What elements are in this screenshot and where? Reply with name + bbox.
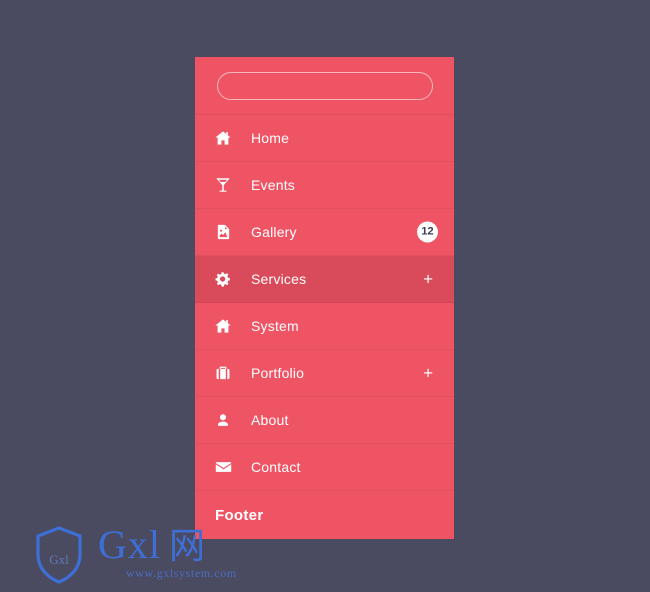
menu-item-label: System — [251, 318, 299, 334]
home-icon — [195, 129, 251, 147]
status-badge: 12 — [417, 221, 438, 243]
menu-item-label: Contact — [251, 459, 301, 475]
menu-footer: Footer — [195, 491, 454, 539]
watermark-wordmark-latin: Gxl — [98, 521, 161, 567]
menu-item-system[interactable]: System — [195, 303, 454, 350]
watermark-url: www.gxlsystem.com — [126, 565, 237, 580]
user-icon — [195, 411, 251, 429]
expand-toggle[interactable]: + — [423, 271, 433, 288]
menu-item-label: Services — [251, 271, 307, 287]
envelope-icon — [195, 458, 251, 476]
search-input[interactable] — [216, 71, 433, 100]
search-area — [195, 57, 454, 115]
expand-toggle[interactable]: + — [423, 365, 433, 382]
menu-item-gallery[interactable]: Gallery 12 — [195, 209, 454, 256]
cocktail-icon — [195, 176, 251, 194]
menu-footer-label: Footer — [215, 506, 264, 524]
menu-item-contact[interactable]: Contact — [195, 444, 454, 491]
gear-icon — [195, 270, 251, 288]
menu-item-services[interactable]: Services + — [195, 256, 454, 303]
menu-item-label: Events — [251, 177, 295, 193]
menu-item-label: About — [251, 412, 289, 428]
menu-item-label: Gallery — [251, 224, 297, 240]
shield-logo-text: Gxl — [49, 552, 69, 567]
image-file-icon — [195, 223, 251, 241]
menu-item-about[interactable]: About — [195, 397, 454, 444]
menu-item-label: Home — [251, 130, 290, 146]
menu-item-portfolio[interactable]: Portfolio + — [195, 350, 454, 397]
home-icon — [195, 317, 251, 335]
side-menu: Home Events Gallery 12 Services + System… — [195, 57, 454, 539]
menu-item-home[interactable]: Home — [195, 115, 454, 162]
briefcase-icon — [195, 364, 251, 382]
menu-item-events[interactable]: Events — [195, 162, 454, 209]
shield-logo-icon: Gxl — [30, 524, 88, 586]
menu-item-label: Portfolio — [251, 365, 305, 381]
